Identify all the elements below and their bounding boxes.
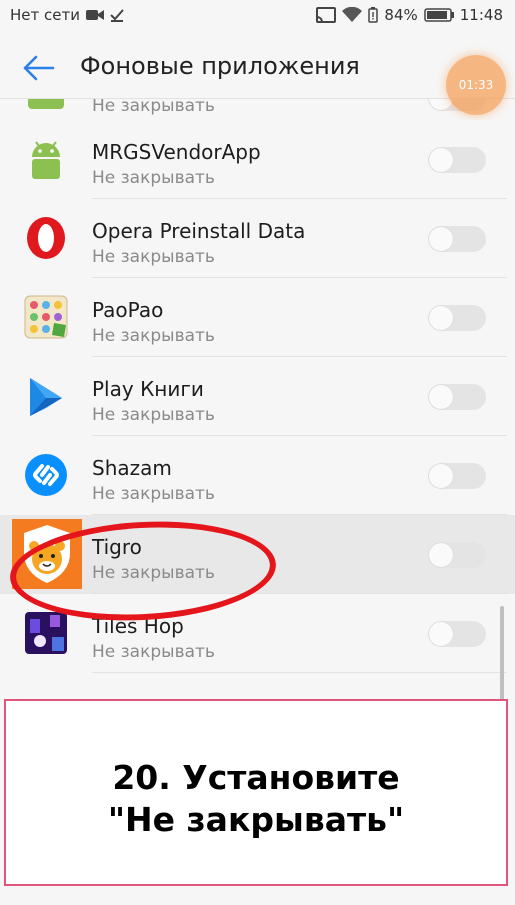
battery-alert-icon (368, 7, 379, 23)
list-item-mrgsvendorapp[interactable]: MRGSVendorApp Не закрывать (0, 120, 515, 199)
app-name: Opera Preinstall Data (92, 219, 306, 243)
toggle-switch[interactable] (428, 305, 486, 331)
paopao-icon (24, 295, 68, 339)
app-subtitle: Не закрывать (92, 484, 215, 504)
android-icon (28, 99, 64, 109)
instruction-text: 20. Установите "Не закрывать" (6, 757, 506, 841)
shazam-icon (25, 454, 67, 496)
app-name: Play Книги (92, 377, 204, 401)
tiles-hop-icon (25, 612, 67, 654)
app-subtitle: Не закрывать (92, 405, 215, 425)
back-arrow-icon[interactable] (20, 50, 56, 86)
opera-icon (27, 217, 65, 259)
toggle-switch[interactable] (428, 621, 486, 647)
screen-record-timer[interactable]: 01:33 (446, 55, 506, 115)
toggle-switch[interactable] (428, 542, 486, 568)
page-title: Фоновые приложения (80, 52, 360, 80)
scrollbar[interactable] (500, 606, 504, 706)
android-icon (32, 141, 60, 179)
list-item-paopao[interactable]: PaoPao Не закрывать (0, 278, 515, 357)
app-subtitle: Не закрывать (92, 168, 215, 188)
toggle-switch[interactable] (428, 384, 486, 410)
app-subtitle: Не закрывать (92, 642, 215, 662)
check-download-icon (110, 9, 124, 22)
play-books-icon (30, 378, 62, 416)
instruction-box: 20. Установите "Не закрывать" (4, 699, 508, 886)
app-name: Shazam (92, 456, 172, 480)
app-subtitle: Не закрывать (92, 99, 215, 116)
network-status: Нет сети (10, 6, 80, 24)
toggle-switch[interactable] (428, 226, 486, 252)
app-subtitle: Не закрывать (92, 247, 215, 267)
battery-icon (424, 8, 454, 22)
instruction-line-1: 20. Установите (112, 758, 400, 797)
list-item-opera-preinstall-data[interactable]: Opera Preinstall Data Не закрывать (0, 199, 515, 278)
instruction-line-2: "Не закрывать" (107, 800, 405, 839)
status-bar: Нет сети 84% 11:48 (0, 0, 515, 34)
clock: 11:48 (459, 6, 503, 24)
app-subtitle: Не закрывать (92, 326, 215, 346)
list-item-shazam[interactable]: Shazam Не закрывать (0, 436, 515, 515)
app-name: MRGSVendorApp (92, 140, 261, 164)
toggle-switch[interactable] (428, 463, 486, 489)
battery-percent: 84% (384, 6, 418, 24)
video-icon (85, 10, 104, 20)
toggle-switch[interactable] (428, 147, 486, 173)
wifi-icon (342, 7, 363, 22)
app-bar: Фоновые приложения (0, 34, 515, 99)
app-name: PaoPao (92, 298, 164, 322)
list-item-play-books[interactable]: Play Книги Не закрывать (0, 357, 515, 436)
cast-icon (316, 7, 337, 23)
